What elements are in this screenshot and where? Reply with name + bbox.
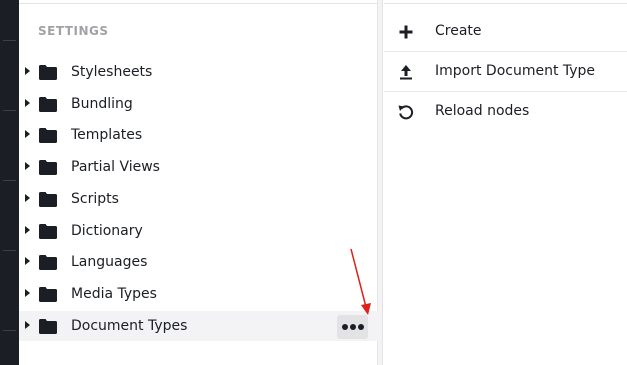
panel-divider bbox=[378, 0, 383, 365]
tree-item-languages[interactable]: Languages bbox=[19, 247, 378, 277]
folder-icon bbox=[39, 255, 57, 270]
caret-right-icon[interactable] bbox=[25, 321, 30, 329]
settings-tree-panel: SETTINGS Stylesheets Bundling Templates … bbox=[19, 0, 378, 365]
tree-item-label: Templates bbox=[71, 127, 143, 143]
menu-item-import-document-type[interactable]: Import Document Type bbox=[384, 52, 627, 92]
folder-icon bbox=[39, 128, 57, 143]
caret-right-icon[interactable] bbox=[25, 257, 30, 265]
folder-icon bbox=[39, 224, 57, 239]
tree-item-document-types[interactable]: Document Types bbox=[19, 311, 378, 341]
tree-top-border bbox=[19, 0, 378, 4]
ellipsis-icon bbox=[341, 324, 348, 330]
folder-icon bbox=[39, 97, 57, 112]
menu-item-label: Import Document Type bbox=[435, 63, 596, 79]
tree-item-stylesheets[interactable]: Stylesheets bbox=[19, 57, 378, 87]
menu-item-label: Create bbox=[435, 23, 482, 39]
plus-icon bbox=[399, 25, 413, 39]
tree-item-label: Partial Views bbox=[71, 159, 160, 175]
folder-icon bbox=[39, 192, 57, 207]
tree-item-label: Media Types bbox=[71, 286, 157, 302]
caret-right-icon[interactable] bbox=[25, 162, 30, 170]
folder-icon bbox=[39, 319, 57, 334]
tree-item-bundling[interactable]: Bundling bbox=[19, 89, 378, 119]
menu-item-reload-nodes[interactable]: Reload nodes bbox=[384, 92, 627, 132]
actions-menu-panel: Create Import Document Type Reload nodes bbox=[384, 0, 627, 365]
tree-item-label: Languages bbox=[71, 254, 148, 270]
tree-item-scripts[interactable]: Scripts bbox=[19, 184, 378, 214]
reload-icon bbox=[398, 105, 414, 120]
tree-item-label: Stylesheets bbox=[71, 64, 153, 80]
folder-icon bbox=[39, 160, 57, 175]
menu-item-create[interactable]: Create bbox=[384, 12, 627, 52]
tree-item-templates[interactable]: Templates bbox=[19, 120, 378, 150]
caret-right-icon[interactable] bbox=[25, 99, 30, 107]
section-title: SETTINGS bbox=[38, 24, 109, 38]
tree-item-dictionary[interactable]: Dictionary bbox=[19, 216, 378, 246]
caret-right-icon[interactable] bbox=[25, 67, 30, 75]
caret-right-icon[interactable] bbox=[25, 289, 30, 297]
menu-top-border bbox=[384, 0, 627, 4]
tree-item-media-types[interactable]: Media Types bbox=[19, 279, 378, 309]
upload-icon bbox=[400, 65, 412, 80]
caret-right-icon[interactable] bbox=[25, 194, 30, 202]
tree-item-label: Bundling bbox=[71, 96, 133, 112]
tree-item-label: Dictionary bbox=[71, 223, 143, 239]
tree-item-label: Document Types bbox=[71, 318, 188, 334]
left-edge-bar bbox=[0, 0, 19, 365]
menu-item-label: Reload nodes bbox=[435, 103, 530, 119]
folder-icon bbox=[39, 65, 57, 80]
caret-right-icon[interactable] bbox=[25, 226, 30, 234]
annotation-arrow bbox=[350, 248, 371, 315]
tree-item-partial-views[interactable]: Partial Views bbox=[19, 152, 378, 182]
tree-item-label: Scripts bbox=[71, 191, 119, 207]
caret-right-icon[interactable] bbox=[25, 130, 30, 138]
folder-icon bbox=[39, 287, 57, 302]
